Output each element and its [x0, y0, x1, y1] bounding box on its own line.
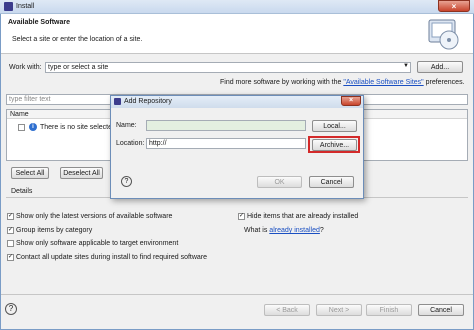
- select-all-button[interactable]: Select All: [11, 167, 49, 179]
- info-icon: i: [29, 123, 37, 131]
- back-button[interactable]: < Back: [264, 304, 310, 316]
- show-applicable-label: Show only software applicable to target …: [16, 240, 179, 247]
- what-is-prefix: What is: [244, 227, 270, 234]
- latest-versions-checkbox[interactable]: ✓: [7, 213, 14, 220]
- location-input[interactable]: http://: [146, 138, 306, 149]
- dialog-help-icon[interactable]: ?: [121, 176, 132, 187]
- show-applicable-checkbox[interactable]: [7, 240, 14, 247]
- local-button[interactable]: Local...: [312, 120, 357, 132]
- available-software-sites-link[interactable]: "Available Software Sites": [343, 79, 423, 86]
- hide-installed-checkbox[interactable]: ✓: [238, 213, 245, 220]
- banner-title: Available Software: [8, 19, 70, 26]
- group-by-category-label: Group items by category: [16, 227, 93, 234]
- already-installed-hint: What is already installed?: [244, 227, 324, 234]
- latest-versions-label: Show only the latest versions of availab…: [16, 213, 173, 220]
- add-button[interactable]: Add...: [417, 61, 463, 73]
- title-bar: [0, 0, 474, 14]
- contact-all-sites-checkbox[interactable]: ✓: [7, 254, 14, 261]
- table-row[interactable]: There is no site selecte: [40, 124, 112, 131]
- eclipse-icon: [4, 2, 13, 11]
- dialog-close-button[interactable]: ×: [341, 96, 361, 106]
- hide-installed-label: Hide items that are already installed: [247, 213, 359, 220]
- find-more-prefix: Find more software by working with the: [220, 79, 344, 86]
- name-label: Name:: [116, 122, 137, 129]
- footer-divider: [1, 294, 473, 295]
- what-is-suffix: ?: [319, 227, 324, 234]
- chevron-down-icon[interactable]: ▼: [402, 63, 410, 72]
- next-button[interactable]: Next >: [316, 304, 362, 316]
- work-with-label: Work with:: [9, 64, 42, 71]
- install-wizard-icon: [428, 19, 459, 50]
- name-input[interactable]: [146, 120, 306, 131]
- work-with-combo[interactable]: type or select a site: [45, 62, 411, 73]
- row-checkbox[interactable]: [18, 124, 25, 131]
- contact-all-sites-label: Contact all update sites during install …: [16, 254, 208, 261]
- dialog-cancel-button[interactable]: Cancel: [309, 176, 354, 188]
- name-column-header[interactable]: Name: [10, 111, 29, 118]
- work-with-value: type or select a site: [48, 64, 109, 71]
- details-label: Details: [11, 188, 33, 195]
- help-icon[interactable]: ?: [5, 303, 17, 315]
- already-installed-link[interactable]: already installed: [269, 227, 320, 234]
- find-more-suffix: preferences.: [423, 79, 465, 86]
- group-by-category-checkbox[interactable]: ✓: [7, 227, 14, 234]
- cancel-button[interactable]: Cancel: [418, 304, 464, 316]
- dialog-eclipse-icon: [114, 98, 121, 105]
- dialog-title: Add Repository: [124, 98, 172, 105]
- dialog-ok-button[interactable]: OK: [257, 176, 302, 188]
- deselect-all-button[interactable]: Deselect All: [60, 167, 103, 179]
- finish-button[interactable]: Finish: [366, 304, 412, 316]
- find-more-hint: Find more software by working with the "…: [220, 79, 465, 86]
- banner-subtitle: Select a site or enter the location of a…: [12, 36, 143, 43]
- window-close-button[interactable]: ×: [438, 0, 470, 12]
- window-title: Install: [16, 3, 35, 10]
- location-label: Location:: [116, 140, 145, 147]
- banner: [1, 14, 473, 54]
- archive-button[interactable]: Archive...: [312, 139, 357, 151]
